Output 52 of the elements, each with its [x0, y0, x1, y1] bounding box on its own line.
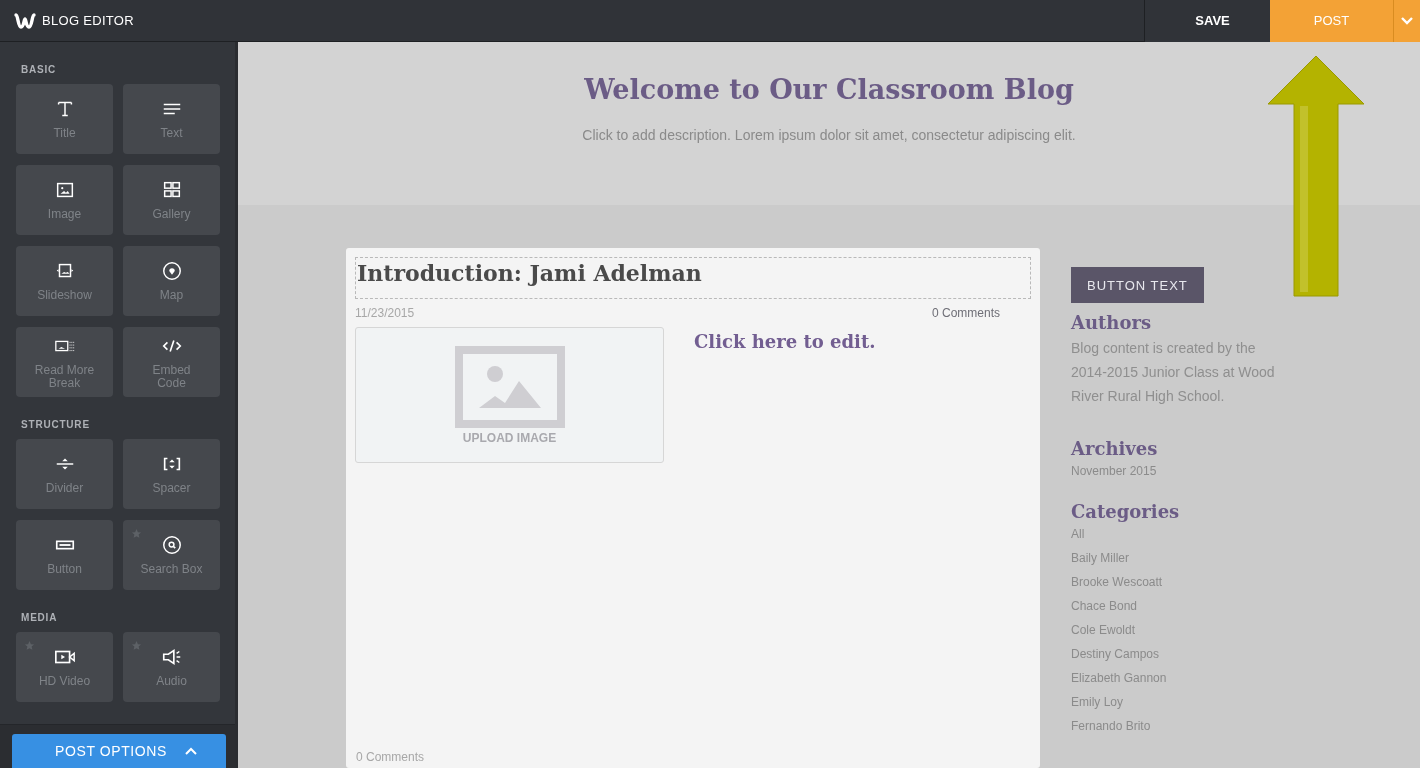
- element-tile[interactable]: Slideshow: [16, 246, 113, 316]
- element-tile[interactable]: Title: [16, 84, 113, 154]
- widget-heading: Categories: [1071, 501, 1180, 522]
- widget-heading: Authors: [1071, 312, 1152, 333]
- sidebar-button[interactable]: BUTTON TEXT: [1071, 267, 1204, 303]
- dropdown-button[interactable]: [1393, 0, 1420, 42]
- category-link[interactable]: Fernando Brito: [1071, 714, 1151, 738]
- category-link[interactable]: Emily Loy: [1071, 690, 1123, 714]
- speaker-icon: [160, 646, 183, 668]
- element-tile[interactable]: HD Video: [16, 632, 113, 702]
- blog-title: Welcome to Our Classroom Blog: [584, 74, 1074, 105]
- chevron-down-icon: [1401, 15, 1413, 26]
- upload-image-area[interactable]: UPLOAD IMAGE: [355, 327, 664, 463]
- category-link[interactable]: Elizabeth Gannon: [1071, 666, 1167, 690]
- category-link[interactable]: Destiny Campos: [1071, 642, 1160, 666]
- category-link[interactable]: Brooke Wescoatt: [1071, 570, 1163, 594]
- image-placeholder-icon: [454, 346, 565, 428]
- chevron-up-icon: [185, 747, 197, 755]
- section-label: MEDIA: [21, 612, 58, 623]
- element-tile[interactable]: Text: [123, 84, 220, 154]
- element-tile[interactable]: Search Box: [123, 520, 220, 590]
- element-tile[interactable]: Map: [123, 246, 220, 316]
- post-body[interactable]: Click here to edit.: [694, 331, 876, 463]
- category-link[interactable]: Chace Bond: [1071, 594, 1138, 618]
- widget-heading: Archives: [1071, 438, 1158, 459]
- post-title[interactable]: Introduction: Jami Adelman: [355, 257, 1031, 299]
- comments-link[interactable]: 0 Comments: [931, 306, 1000, 320]
- element-tile[interactable]: Embed Code: [123, 327, 220, 397]
- element-tile[interactable]: Spacer: [123, 439, 220, 509]
- post-button[interactable]: POST: [1270, 0, 1393, 42]
- element-tile[interactable]: Button: [16, 520, 113, 590]
- element-tile[interactable]: Read More Break: [16, 327, 113, 397]
- element-tile[interactable]: Image: [16, 165, 113, 235]
- element-tile[interactable]: Audio: [123, 632, 220, 702]
- category-link[interactable]: Cole Ewoldt: [1071, 618, 1136, 642]
- category-link[interactable]: Baily Miller: [1071, 546, 1129, 570]
- section-label: STRUCTURE: [21, 419, 90, 430]
- search-icon: [160, 534, 183, 556]
- post-date: 11/23/2015: [355, 306, 415, 320]
- map-pin-icon: [160, 260, 183, 282]
- section-label: BASIC: [21, 64, 57, 75]
- category-link[interactable]: All: [1071, 522, 1085, 546]
- blog-description: Click to add description. Lorem ipsum dolor sit amet, consectetur adipiscing elit.: [582, 127, 1076, 143]
- comments-link[interactable]: 0 Comments: [356, 750, 425, 764]
- element-tile[interactable]: Divider: [16, 439, 113, 509]
- authors-text: Blog content is created by the 2014-2015 Junior Class at Wood River Rural High School.: [1071, 339, 1276, 406]
- logo-icon: [14, 11, 36, 30]
- app-title: BLOG EDITOR: [42, 13, 134, 28]
- element-tile[interactable]: Gallery: [123, 165, 220, 235]
- archive-link[interactable]: November 2015: [1071, 459, 1157, 483]
- save-button[interactable]: SAVE: [1144, 0, 1270, 42]
- post-options-button[interactable]: POST OPTIONS: [12, 734, 226, 768]
